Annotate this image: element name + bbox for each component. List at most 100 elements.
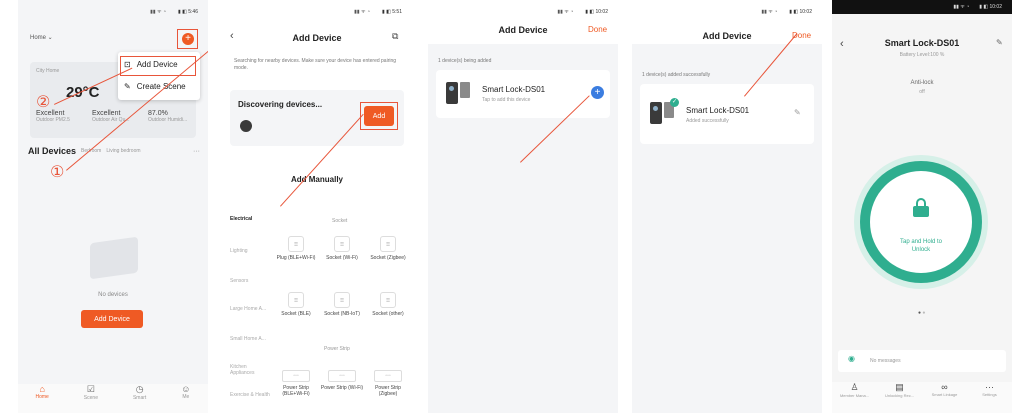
section-power-strip: Power Strip (324, 346, 350, 352)
socket-icon: ⁝⁝ (380, 292, 396, 308)
category-kitchen[interactable]: Kitchen Appliances (230, 364, 270, 392)
status-bar: ▮▮ ᯤ ◔ ▮ ◧ 5:46 (150, 9, 198, 15)
messages-bar[interactable]: ◉ No messages (838, 350, 1006, 372)
socket-icon: ⁝⁝ (288, 292, 304, 308)
success-subtitle: 1 device(s) added successfully (642, 72, 711, 78)
highlight-add-device (120, 56, 196, 76)
device-socket-zigbee[interactable]: ⁝⁝ Socket (Zigbee) (366, 236, 410, 261)
bottom-actions: ♙ Member Mana... ▤ Unlocking Rec... ∞ Smart… (832, 382, 1012, 413)
device-plug-ble-wifi[interactable]: ⁝⁝ Plug (BLE+Wi-Fi) (274, 236, 318, 261)
device-card[interactable]: Smart Lock-DS01 Tap to add this device + (436, 70, 610, 118)
screen-add-device-success: ▮▮ ᯤ ◔ ▮ ◧ 10:02 Add Device Done 1 device… (632, 0, 822, 413)
strip-grid: ▫▫▫ Power Strip (BLE+Wi-Fi) ▫▫▫ Power Stri… (274, 370, 410, 397)
page-dots: ● ● (918, 310, 926, 316)
search-hint: Searching for nearby devices. Make sure … (234, 58, 397, 71)
device-socket-other[interactable]: ⁝⁝ Socket (other) (366, 292, 410, 317)
edit-icon: ✎ (124, 82, 131, 91)
screen-add-device-found: ▮▮ ᯤ ◔ ▮ ◧ 10:02 Add Device Done 1 device… (428, 0, 618, 413)
tab-smart[interactable]: ◷ Smart (133, 384, 146, 413)
anti-lock-state: off (919, 89, 925, 95)
device-socket-wifi[interactable]: ⁝⁝ Socket (Wi-Fi) (320, 236, 364, 261)
category-sensors[interactable]: Sensors (230, 278, 270, 306)
scene-icon: ☑ (86, 384, 95, 394)
filter-tab[interactable]: Living bedroom (106, 148, 140, 154)
category-lighting[interactable]: Lighting (230, 248, 270, 278)
stat-3: 87.0% Outdoor Humidi... (148, 110, 188, 123)
more-icon[interactable]: ··· (193, 148, 200, 155)
tab-home[interactable]: ⌂ Home (35, 384, 48, 413)
add-plus-icon[interactable]: + (591, 86, 604, 99)
step-marker-1: ① (50, 162, 65, 181)
device-socket-nb-iot[interactable]: ⁝⁝ Socket (NB-IoT) (320, 292, 364, 317)
status-bar: ▮▮ ᯤ ◔ ▮ ◧ 10:02 (832, 0, 1012, 14)
status-bar: ▮▮ ᯤ ◔ ▮ ◧ 5:51 (354, 9, 402, 15)
device-socket-ble[interactable]: ⁝⁝ Socket (BLE) (274, 292, 318, 317)
bell-icon: ◉ (848, 354, 855, 363)
tab-scene[interactable]: ☑ Scene (84, 384, 98, 413)
power-strip-icon: ▫▫▫ (282, 370, 310, 382)
empty-box-illustration (90, 236, 138, 280)
settings-button[interactable]: ··· Settings (970, 382, 1010, 413)
device-strip-ble-wifi[interactable]: ▫▫▫ Power Strip (BLE+Wi-Fi) (274, 370, 318, 397)
device-name: Smart Lock-DS01 (482, 85, 546, 94)
records-icon: ▤ (895, 382, 904, 392)
socket-icon: ⁝⁝ (380, 236, 396, 252)
unlock-instruction: Tap and Hold to Unlock (899, 239, 943, 253)
bottom-tabbar: ⌂ Home ☑ Scene ◷ Smart ☺ Me (18, 384, 208, 413)
edit-icon[interactable]: ✎ (996, 38, 1003, 47)
check-icon: ✓ (670, 98, 679, 107)
found-device-icon (240, 120, 252, 132)
category-exercise[interactable]: Exercise & Health (230, 392, 270, 398)
smart-linkage-button[interactable]: ∞ Smart Linkage (925, 382, 965, 413)
scan-icon[interactable]: ⧉ (392, 31, 398, 42)
screen-add-device-discover: ▮▮ ᯤ ◔ ▮ ◧ 5:51 ‹ Add Device ⧉ Searching … (222, 0, 412, 413)
tutorial-stage: ▮▮ ᯤ ◔ ▮ ◧ 5:46 Home ⌄ + City Home 29°C E… (0, 0, 1018, 413)
tab-me[interactable]: ☺ Me (181, 384, 190, 413)
home-selector[interactable]: Home ⌄ (30, 34, 53, 41)
step-marker-2: ② (36, 92, 51, 111)
member-management-button[interactable]: ♙ Member Mana... (835, 382, 875, 413)
done-button[interactable]: Done (588, 25, 607, 34)
all-devices-row: All Devices Bedroom Living bedroom ··· (28, 146, 200, 156)
stat-1: Excellent Outdoor PM2.5 (36, 110, 70, 123)
section-socket: Socket (332, 218, 348, 224)
highlight-add-button (360, 102, 398, 130)
page-title: Smart Lock-DS01 (884, 38, 960, 48)
page-title: Add Device (292, 33, 342, 43)
unlocking-records-button[interactable]: ▤ Unlocking Rec... (880, 382, 920, 413)
screen-smart-lock: ▮▮ ᯤ ◔ ▮ ◧ 10:02 ‹ Smart Lock-DS01 Batter… (832, 0, 1012, 413)
screen-home: ▮▮ ᯤ ◔ ▮ ◧ 5:46 Home ⌄ + City Home 29°C E… (18, 0, 208, 413)
city-label: City Home (36, 68, 60, 74)
socket-icon: ⁝⁝ (334, 292, 350, 308)
adding-subtitle: 1 device(s) being added (438, 58, 492, 64)
lock-icon (913, 198, 929, 217)
discovering-label: Discovering devices... (238, 100, 323, 109)
category-small-home[interactable]: Small Home A... (230, 336, 270, 364)
add-manually-title: Add Manually (290, 175, 343, 184)
me-icon: ☺ (181, 384, 191, 394)
device-name: Smart Lock-DS01 (686, 106, 750, 115)
person-icon: ♙ (850, 382, 859, 392)
power-strip-icon: ▫▫▫ (328, 370, 356, 382)
socket-grid-row2: ⁝⁝ Socket (BLE) ⁝⁝ Socket (NB-IoT) ⁝⁝ Socke… (274, 292, 410, 317)
device-strip-zigbee[interactable]: ▫▫▫ Power Strip (Zigbee) (366, 370, 410, 397)
anti-lock-label: Anti-lock (910, 80, 934, 86)
edit-icon[interactable]: ✎ (794, 108, 801, 117)
empty-text: No devices (98, 292, 128, 298)
link-icon: ∞ (941, 382, 948, 392)
home-icon: ⌂ (39, 384, 45, 394)
device-strip-wifi[interactable]: ▫▫▫ Power Strip (Wi-Fi) (320, 370, 364, 397)
device-status: Added successfully (686, 118, 729, 124)
more-icon: ··· (985, 382, 994, 392)
category-electrical[interactable]: Electrical (230, 216, 270, 248)
battery-level: Battery Level:100 % (899, 52, 945, 58)
highlight-add-icon (177, 29, 198, 49)
menu-item-create-scene[interactable]: ✎ Create Scene (124, 82, 186, 91)
device-card[interactable]: ✓ Smart Lock-DS01 Added successfully ✎ (640, 84, 814, 144)
category-large-home[interactable]: Large Home A... (230, 306, 270, 336)
category-list: Electrical Lighting Sensors Large Home A… (230, 216, 270, 398)
socket-icon: ⁝⁝ (334, 236, 350, 252)
device-status: Tap to add this device (482, 97, 531, 103)
add-device-button[interactable]: Add Device (81, 310, 143, 328)
temperature: 29°C (66, 84, 100, 101)
